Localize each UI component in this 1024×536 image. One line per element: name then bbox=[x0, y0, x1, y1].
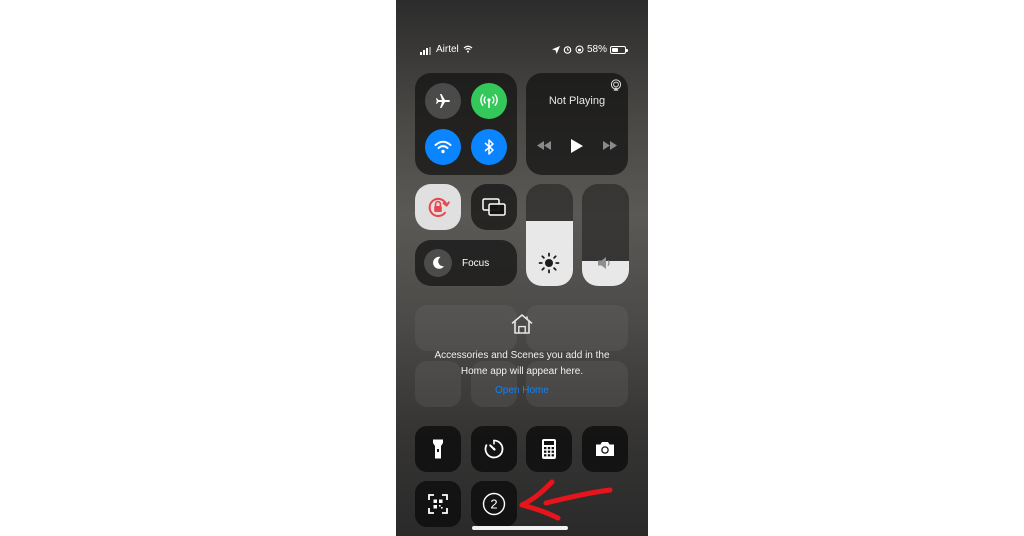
home-icon bbox=[511, 314, 533, 334]
home-indicator[interactable] bbox=[472, 526, 568, 530]
airplane-icon bbox=[436, 94, 450, 108]
screen-time-badge-button[interactable]: 2 bbox=[471, 481, 517, 527]
connectivity-module bbox=[415, 73, 517, 175]
speaker-icon bbox=[598, 257, 610, 269]
cellular-antenna-icon bbox=[480, 93, 498, 108]
battery-level bbox=[612, 47, 619, 52]
qr-scanner-icon bbox=[428, 494, 448, 514]
moon-icon bbox=[433, 256, 444, 269]
home-empty-message-line2: Home app will appear here. bbox=[460, 366, 584, 377]
battery-icon bbox=[610, 45, 628, 54]
cellular-data-toggle[interactable] bbox=[471, 83, 507, 119]
wifi-icon bbox=[434, 140, 452, 154]
location-icon bbox=[551, 45, 560, 54]
focus-label: Focus bbox=[462, 258, 490, 269]
calculator-button[interactable] bbox=[526, 426, 572, 472]
red-arrow-icon bbox=[519, 479, 613, 521]
focus-icon-circle bbox=[424, 249, 452, 277]
bluetooth-toggle[interactable] bbox=[471, 129, 507, 165]
now-playing-label: Not Playing bbox=[548, 95, 606, 107]
flashlight-icon bbox=[433, 439, 443, 459]
wifi-toggle[interactable] bbox=[425, 129, 461, 165]
timer-button[interactable] bbox=[471, 426, 517, 472]
brightness-slider[interactable] bbox=[526, 184, 573, 286]
open-home-link[interactable]: Open Home bbox=[396, 385, 648, 396]
play-icon[interactable] bbox=[571, 139, 583, 153]
screen-mirroring-button[interactable] bbox=[471, 184, 517, 230]
airplane-mode-toggle[interactable] bbox=[425, 83, 461, 119]
home-placeholder-tile bbox=[526, 305, 628, 351]
home-placeholder-tile bbox=[415, 305, 517, 351]
home-empty-message-line1: Accessories and Scenes you add in the bbox=[434, 350, 610, 361]
now-playing-module[interactable]: Not Playing bbox=[526, 73, 628, 175]
status-right-group: 58% bbox=[551, 44, 628, 55]
timer-icon bbox=[484, 439, 504, 459]
circled-number-icon: 2 bbox=[482, 492, 506, 516]
code-scanner-button[interactable] bbox=[415, 481, 461, 527]
camera-icon bbox=[596, 442, 614, 456]
alarm-icon bbox=[563, 46, 572, 54]
signal-strength-icon bbox=[420, 47, 431, 55]
orientation-lock-status-icon bbox=[575, 45, 584, 54]
rotation-lock-toggle[interactable] bbox=[415, 184, 461, 230]
volume-slider[interactable] bbox=[582, 184, 629, 286]
bluetooth-icon bbox=[484, 139, 494, 155]
sun-icon bbox=[538, 252, 560, 274]
screen-mirroring-icon bbox=[482, 198, 506, 216]
calculator-icon bbox=[542, 439, 556, 459]
wifi-status-icon bbox=[463, 45, 473, 53]
control-center: Airtel 58% Not Playing Focus Accessories… bbox=[396, 0, 648, 536]
rotation-lock-icon bbox=[428, 197, 450, 218]
rewind-icon[interactable] bbox=[537, 141, 551, 150]
focus-button[interactable]: Focus bbox=[415, 240, 517, 286]
airplay-icon[interactable] bbox=[610, 79, 622, 91]
status-bar: Airtel 58% bbox=[396, 40, 648, 60]
fast-forward-icon[interactable] bbox=[603, 141, 617, 150]
badge-number: 2 bbox=[490, 497, 497, 512]
carrier-name: Airtel bbox=[436, 44, 459, 55]
battery-percent: 58% bbox=[586, 44, 607, 55]
flashlight-button[interactable] bbox=[415, 426, 461, 472]
camera-button[interactable] bbox=[582, 426, 628, 472]
